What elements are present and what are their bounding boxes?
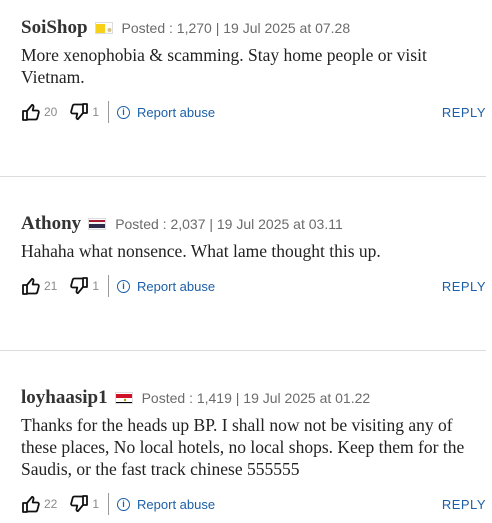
comment-header: loyhaasip1 Posted : 1,419 | 19 Jul 2025 …: [21, 387, 370, 409]
username[interactable]: loyhaasip1: [21, 387, 108, 409]
thumbs-up-icon: [22, 103, 40, 121]
divider: [108, 101, 110, 123]
comment: loyhaasip1 Posted : 1,419 | 19 Jul 2025 …: [0, 351, 486, 523]
report-abuse-label: Report abuse: [137, 496, 216, 512]
comment-header: SoiShop Posted : 1,270 | 19 Jul 2025 at …: [21, 17, 350, 39]
upvote-button[interactable]: 20: [21, 102, 57, 122]
downvote-count: 1: [92, 105, 100, 119]
info-icon: i: [117, 497, 131, 511]
egypt-flag-icon: [114, 392, 133, 404]
post-meta: Posted : 2,037 | 19 Jul 2025 at 03.11: [115, 216, 343, 232]
comment-header: Athony Posted : 2,037 | 19 Jul 2025 at 0…: [21, 213, 343, 235]
info-icon: i: [117, 105, 131, 119]
comment-actions: 22 1 i Report abuse REPLY: [21, 493, 486, 515]
downvote-button[interactable]: 1: [69, 494, 99, 514]
vatican-flag-icon: [94, 22, 113, 34]
comment-text: Hahaha what nonsence. What lame thought …: [21, 241, 381, 261]
report-abuse-link[interactable]: i Report abuse: [117, 105, 215, 120]
comment: SoiShop Posted : 1,270 | 19 Jul 2025 at …: [0, 0, 486, 176]
upvote-count: 20: [44, 105, 58, 119]
reply-button[interactable]: REPLY: [442, 497, 486, 512]
downvote-count: 1: [92, 279, 100, 293]
info-icon: i: [117, 279, 131, 293]
report-abuse-label: Report abuse: [137, 278, 216, 294]
thumbs-down-icon: [70, 103, 89, 121]
downvote-button[interactable]: 1: [69, 276, 99, 296]
divider: [108, 493, 110, 515]
thumbs-down-icon: [70, 277, 89, 295]
thumbs-down-icon: [70, 495, 89, 513]
username[interactable]: SoiShop: [21, 17, 88, 39]
thumbs-up-icon: [22, 277, 40, 295]
comment: Athony Posted : 2,037 | 19 Jul 2025 at 0…: [0, 177, 486, 350]
upvote-count: 22: [44, 497, 58, 511]
comment-text: Thanks for the heads up BP. I shall now …: [21, 415, 465, 479]
reply-button[interactable]: REPLY: [442, 105, 486, 120]
upvote-button[interactable]: 21: [21, 276, 57, 296]
post-meta: Posted : 1,270 | 19 Jul 2025 at 07.28: [121, 20, 351, 36]
post-meta: Posted : 1,419 | 19 Jul 2025 at 01.22: [141, 390, 371, 406]
upvote-button[interactable]: 22: [21, 494, 57, 514]
downvote-count: 1: [92, 497, 100, 511]
comment-actions: 20 1 i Report abuse REPLY: [21, 101, 486, 123]
reply-button[interactable]: REPLY: [442, 279, 486, 294]
report-abuse-link[interactable]: i Report abuse: [117, 497, 215, 512]
comment-text: More xenophobia & scamming. Stay home pe…: [21, 45, 427, 87]
downvote-button[interactable]: 1: [69, 102, 99, 122]
report-abuse-label: Report abuse: [137, 104, 216, 120]
upvote-count: 21: [44, 279, 58, 293]
username[interactable]: Athony: [21, 213, 81, 235]
thailand-flag-icon: [88, 218, 107, 230]
comment-actions: 21 1 i Report abuse REPLY: [21, 275, 486, 297]
thumbs-up-icon: [22, 495, 40, 513]
divider: [108, 275, 110, 297]
report-abuse-link[interactable]: i Report abuse: [117, 279, 215, 294]
